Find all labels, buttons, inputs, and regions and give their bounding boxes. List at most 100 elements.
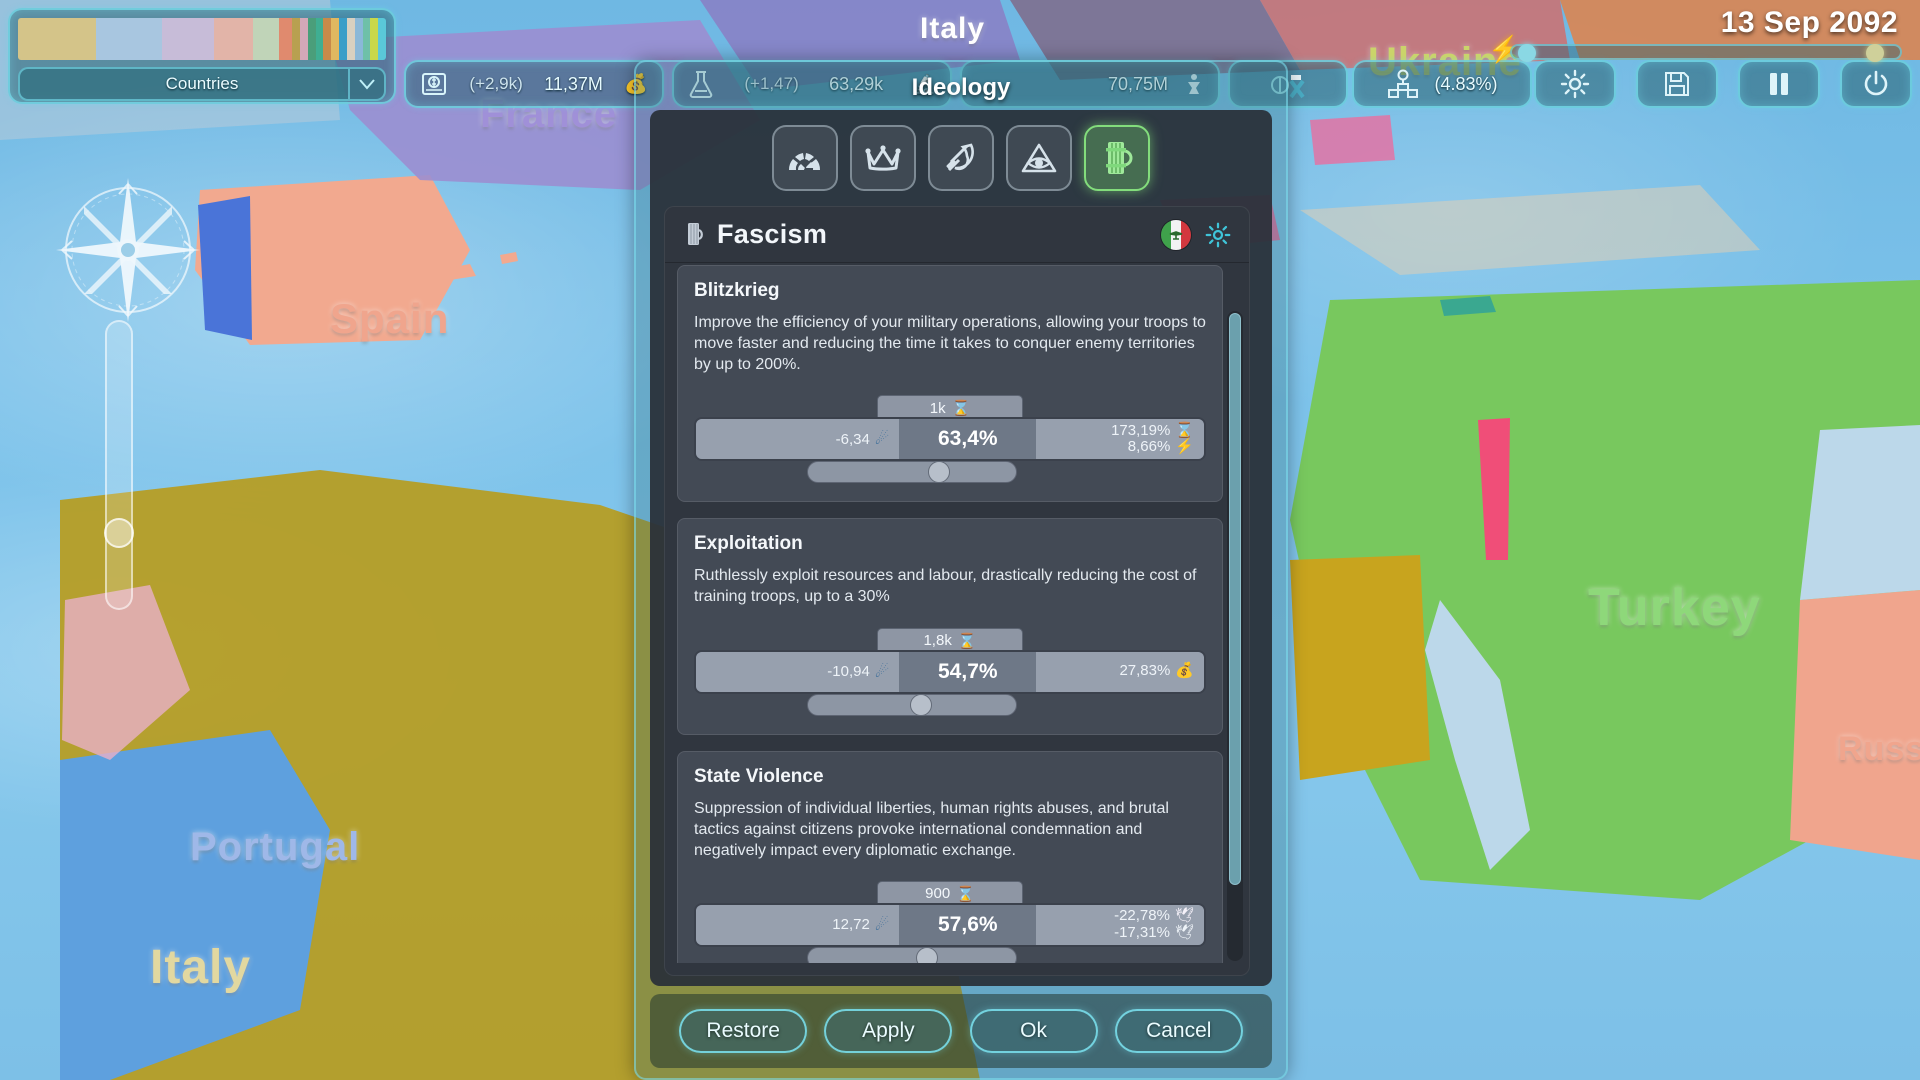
policy-card: State Violence Suppression of individual … — [677, 750, 1223, 963]
legend-color-swatch — [346, 18, 355, 60]
policy-effect-bar: -6,34 ☄ 63,4% 173,19% ⌛ 8,66% ⚡ — [694, 417, 1206, 462]
policy-positive-effect: 27,83% 💰 — [1036, 651, 1204, 692]
policy-percent-value: 63,4% — [899, 419, 1037, 460]
policy-card: Exploitation Ruthlessly exploit resources… — [677, 518, 1223, 735]
ideology-dialog: Ideology Fascism Blitzkrieg Improve the … — [634, 60, 1288, 1080]
unrest-icon: ☄ — [874, 916, 890, 934]
policy-positive-effect: -22,78% 🕊 -17,31% 🕊 — [1036, 904, 1204, 945]
policy-effect-stack: 27,83% 💰 — [1119, 662, 1194, 680]
tab-democracy[interactable] — [772, 125, 838, 191]
money-value: 11,37M — [544, 73, 603, 94]
policy-effect-row: 173,19% ⌛ — [1111, 421, 1194, 440]
policy-effect-bar: 12,72 ☄ 57,6% -22,78% 🕊 -17,31% 🕊 — [694, 902, 1206, 947]
policy-slider[interactable]: 1,8k ⌛ -10,94 ☄ 54,7% 27,83% 💰 — [694, 627, 1206, 716]
tab-fascism[interactable] — [1084, 125, 1150, 191]
map-mode-dropdown[interactable]: Countries — [18, 67, 386, 101]
hourglass-icon: ⌛ — [957, 632, 977, 650]
policy-effect-row: 27,83% 💰 — [1119, 662, 1194, 680]
policy-positive-effect: 173,19% ⌛ 8,66% ⚡ — [1036, 419, 1204, 460]
legend-color-swatch — [252, 18, 279, 60]
legend-color-swatch — [378, 18, 386, 60]
fasces-icon — [688, 222, 703, 245]
ideology-panel: Fascism Blitzkrieg Improve the efficienc… — [664, 206, 1250, 976]
map-zoom-slider-knob[interactable] — [104, 518, 134, 548]
dialog-title: Ideology — [911, 74, 1011, 101]
country-flag-icon[interactable] — [1161, 219, 1191, 250]
money-resource[interactable]: (+2,9k) 11,37M 💰 — [404, 60, 664, 108]
panel-settings-gear-icon[interactable] — [1205, 222, 1231, 248]
lightning-icon: ⚡ — [1175, 438, 1194, 456]
legend-color-swatch — [323, 18, 332, 60]
policy-negative-value: -10,94 — [827, 663, 870, 681]
parliament-icon — [788, 153, 821, 170]
policy-card: Blitzkrieg Improve the efficiency of your… — [677, 265, 1223, 503]
game-speed-knob-max[interactable] — [1866, 44, 1884, 62]
policy-description: Suppression of individual liberties, hum… — [694, 799, 1169, 859]
apply-button[interactable]: Apply — [824, 1009, 953, 1053]
policy-cost-value: 1k — [929, 399, 946, 417]
ranking-value: (4.83%) — [1434, 73, 1498, 94]
policy-percent-value: 57,6% — [899, 904, 1037, 945]
save-button[interactable] — [1636, 60, 1718, 108]
hourglass-icon: ⌛ — [956, 885, 975, 903]
legend-color-swatch — [315, 18, 324, 60]
legend-color-swatch — [161, 18, 214, 60]
all-seeing-eye-icon — [1021, 143, 1057, 173]
policy-negative-value: 12,72 — [832, 916, 870, 934]
unrest-icon: ☄ — [874, 663, 890, 681]
power-icon — [1864, 70, 1888, 96]
power-button[interactable] — [1840, 60, 1912, 108]
settings-button[interactable] — [1534, 60, 1616, 108]
pause-icon — [1770, 73, 1788, 95]
hourglass-icon: ⌛ — [1175, 421, 1194, 439]
policy-card-list: Blitzkrieg Improve the efficiency of your… — [677, 265, 1223, 963]
policy-slider[interactable]: 1k ⌛ -6,34 ☄ 63,4% 173,19% ⌛ 8,66% ⚡ — [694, 395, 1206, 484]
hourglass-icon: ⌛ — [951, 400, 971, 418]
policy-effect-text: -17,31% — [1114, 923, 1170, 941]
policy-slider-track[interactable] — [806, 946, 1017, 963]
panel-scrollbar[interactable] — [1227, 311, 1243, 961]
cancel-button[interactable]: Cancel — [1114, 1009, 1243, 1053]
tab-monarchy[interactable] — [850, 125, 916, 191]
policy-negative-effect: 12,72 ☄ — [696, 904, 900, 945]
ok-button[interactable]: Ok — [969, 1009, 1098, 1053]
fasces-icon — [1106, 142, 1133, 174]
ranking-panel[interactable]: (4.83%) — [1352, 60, 1532, 108]
policy-description: Ruthlessly exploit resources and labour,… — [694, 567, 1197, 606]
pause-button[interactable] — [1738, 60, 1820, 108]
tab-deep-state[interactable] — [1006, 125, 1072, 191]
dialog-footer: Restore Apply Ok Cancel — [650, 994, 1272, 1068]
gear-icon — [1560, 69, 1590, 99]
policy-slider-knob[interactable] — [916, 946, 939, 963]
panel-header-actions — [1161, 219, 1231, 250]
policy-negative-effect: -6,34 ☄ — [696, 419, 900, 460]
policy-effect-row: -22,78% 🕊 — [1114, 907, 1194, 925]
legend-color-swatch — [362, 18, 371, 60]
ideology-body: Fascism Blitzkrieg Improve the efficienc… — [650, 110, 1272, 986]
policy-slider-knob[interactable] — [928, 461, 951, 484]
panel-scrollbar-thumb[interactable] — [1229, 313, 1241, 885]
restore-button[interactable]: Restore — [679, 1009, 808, 1053]
dove-white-icon: 🕊 — [1174, 923, 1194, 941]
legend-color-swatch — [331, 18, 340, 60]
floppy-disk-icon — [1665, 72, 1689, 96]
policy-slider[interactable]: 900 ⌛ 12,72 ☄ 57,6% -22,78% 🕊 -17,31% 🕊 — [694, 880, 1206, 963]
panel-title: Fascism — [717, 219, 828, 249]
game-speed-slider[interactable] — [1510, 44, 1902, 62]
legend-color-swatch — [370, 18, 379, 60]
policy-slider-track[interactable] — [806, 461, 1017, 484]
panel-header: Fascism — [665, 207, 1249, 263]
chevron-down-icon[interactable] — [348, 69, 384, 99]
policy-slider-track[interactable] — [806, 693, 1017, 716]
game-speed-knob-min[interactable] — [1518, 44, 1536, 62]
policy-slider-knob[interactable] — [910, 693, 933, 716]
country-color-legend — [18, 18, 386, 60]
policy-cost-value: 1,8k — [923, 632, 952, 650]
policy-effect-row: 8,66% ⚡ — [1128, 439, 1194, 456]
map-zoom-slider[interactable] — [104, 320, 134, 610]
policy-title: Exploitation — [694, 533, 803, 555]
tab-communism[interactable] — [928, 125, 994, 191]
money-gain: (+2,9k) — [469, 74, 523, 93]
podium-icon — [1388, 69, 1419, 98]
dove-green-icon: 🕊 — [1174, 907, 1194, 925]
